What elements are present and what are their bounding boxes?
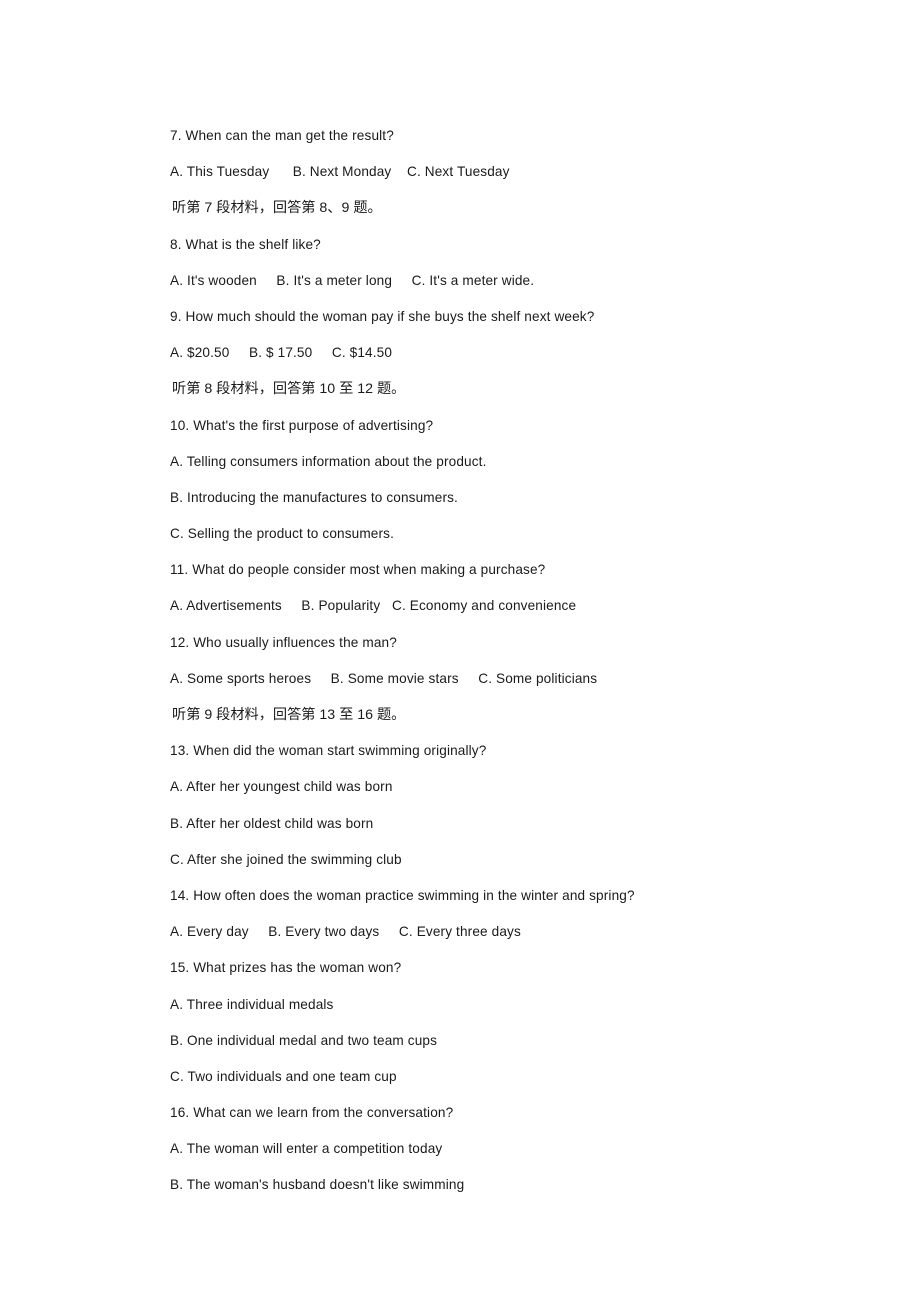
question-list: 7. When can the man get the result? A. Th…	[170, 118, 860, 1204]
question-text: 14. How often does the woman practice sw…	[170, 887, 635, 903]
question-text: 9. How much should the woman pay if she …	[170, 308, 595, 324]
document-page: 7. When can the man get the result? A. Th…	[0, 0, 920, 1302]
question-text: 15. What prizes has the woman won?	[170, 960, 402, 976]
listening-instruction-line: 听第 9 段材料，回答第 13 至 16 题。	[172, 707, 406, 723]
answer-options: B. Introducing the manufactures to consu…	[170, 489, 458, 505]
listening-instruction-line: 听第 7 段材料，回答第 8、9 题。	[172, 200, 382, 217]
answer-options: A. After her youngest child was born	[170, 779, 393, 795]
answer-options: A. Some sports heroes B. Some movie star…	[170, 670, 598, 686]
question-text: 16. What can we learn from the conversat…	[170, 1105, 454, 1121]
answer-options: C. Two individuals and one team cup	[170, 1068, 397, 1084]
listening-instruction-line: 听第 8 段材料，回答第 10 至 12 题。	[172, 381, 406, 398]
answer-options: B. The woman's husband doesn't like swim…	[170, 1177, 465, 1193]
question-text: 12. Who usually influences the man?	[170, 634, 397, 650]
question-text: 13. When did the woman start swimming or…	[170, 743, 487, 759]
answer-options: C. Selling the product to consumers.	[170, 526, 395, 542]
answer-options: A. Every day B. Every two days C. Every …	[170, 924, 521, 940]
question-text: 10. What's the first purpose of advertis…	[170, 417, 434, 433]
answer-options: B. After her oldest child was born	[170, 815, 374, 831]
answer-options: A. Three individual medals	[170, 996, 334, 1012]
answer-options: A. It's wooden B. It's a meter long C. I…	[170, 272, 535, 288]
question-text: 8. What is the shelf like?	[170, 236, 321, 252]
answer-options: A. Advertisements B. Popularity C. Econo…	[170, 598, 577, 614]
answer-options: A. This Tuesday B. Next Monday C. Next T…	[170, 164, 510, 180]
answer-options: A. $20.50 B. $ 17.50 C. $14.50	[170, 345, 393, 361]
question-text: 11. What do people consider most when ma…	[170, 562, 546, 578]
answer-options: A. The woman will enter a competition to…	[170, 1141, 443, 1157]
answer-options: C. After she joined the swimming club	[170, 851, 402, 867]
answer-options: A. Telling consumers information about t…	[170, 453, 487, 469]
answer-options: B. One individual medal and two team cup…	[170, 1032, 438, 1048]
question-text: 7. When can the man get the result?	[170, 128, 394, 143]
